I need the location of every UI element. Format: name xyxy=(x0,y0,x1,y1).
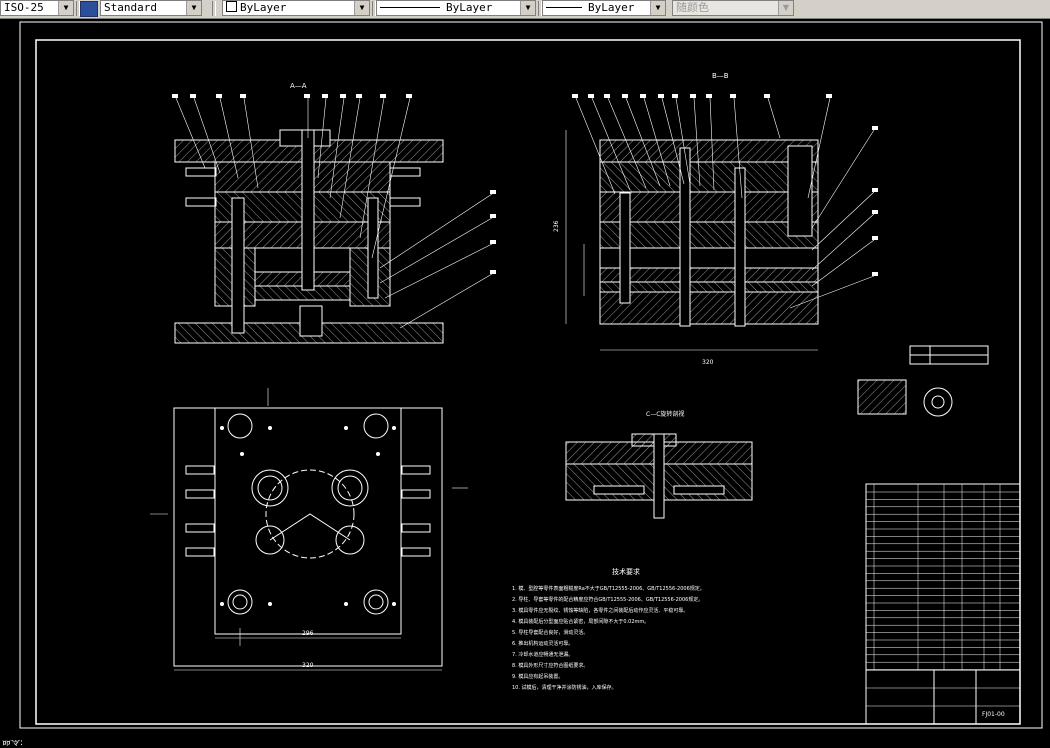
detail-views xyxy=(857,345,989,417)
chevron-down-icon[interactable]: ▼ xyxy=(650,1,665,15)
drawing-canvas[interactable]: A—A B—B 236 320 296 320 C—C旋转剖视 技术要求 1. … xyxy=(0,18,1050,740)
guide-pin-bb xyxy=(734,167,746,327)
plot-style-value: 随颜色 xyxy=(676,1,709,14)
plan-runner xyxy=(269,513,351,541)
cc-runner-right xyxy=(673,485,725,495)
tech-req-line: 2. 导柱、导套等零件的配合精度应符合GB/T12555-2006、GB/T12… xyxy=(512,596,703,603)
color-value: ByLayer xyxy=(240,1,287,14)
plot-style-dropdown: 随颜色 ▼ xyxy=(672,0,794,16)
bottom-clamp-plate-bb xyxy=(599,291,819,325)
plan-cavity-plate xyxy=(214,407,402,635)
lineweight-control-dropdown[interactable]: ByLayer ▼ xyxy=(542,0,666,16)
dimension-width-side: 320 xyxy=(702,359,714,366)
tech-req-line: 7. 冷却水道应畅通无泄漏。 xyxy=(512,651,573,658)
dimension-style-dropdown[interactable]: ISO-25 ▼ xyxy=(0,0,74,16)
sprue-bushing xyxy=(301,129,315,291)
text-style-manager-icon[interactable] xyxy=(80,1,98,17)
dimension-style-value: ISO-25 xyxy=(4,1,44,14)
linetype-control-dropdown[interactable]: ByLayer ▼ xyxy=(376,0,536,16)
cooling-nipples-right xyxy=(389,167,421,207)
tech-req-line: 1. 模、型腔等零件表面粗糙度Ra不大于GB/T12555-2006、GB/T1… xyxy=(512,585,705,592)
section-aa-view: A—A xyxy=(172,82,496,344)
tech-req-line: 5. 导柱导套配合良好，滑动灵活。 xyxy=(512,629,588,636)
bill-of-materials xyxy=(865,483,1021,671)
tech-req-line: 10. 试模后，清理干净并涂防锈油，入库保存。 xyxy=(512,684,617,691)
chevron-down-icon[interactable]: ▼ xyxy=(58,1,73,15)
detail-part-plan xyxy=(923,387,953,417)
tech-req-line: 4. 模具装配后分型面应贴合紧密，局部间隙不大于0.02mm。 xyxy=(512,618,649,625)
support-plate-bb xyxy=(599,221,819,249)
cc-sprue xyxy=(653,433,665,519)
title-block: FJ01-00 xyxy=(865,669,1021,725)
color-control-dropdown[interactable]: ByLayer ▼ xyxy=(222,0,370,16)
lineweight-value: ByLayer xyxy=(588,1,635,14)
plan-cooling-nipples xyxy=(185,465,431,557)
top-clamp-plate-bb xyxy=(599,139,819,163)
lineweight-preview-icon xyxy=(546,7,582,8)
plan-holes xyxy=(227,413,389,615)
section-cc-view: C—C旋转剖视 xyxy=(565,410,753,519)
bom-table-frame xyxy=(865,483,1021,671)
chevron-down-icon[interactable]: ▼ xyxy=(354,1,369,15)
color-swatch-icon xyxy=(226,1,237,12)
ejector-plate-bb xyxy=(599,267,819,283)
return-pin-bb xyxy=(619,192,631,304)
dimension-width-plan: 320 xyxy=(302,662,314,669)
command-line[interactable]: 命令: xyxy=(0,740,1050,748)
detail-part-section xyxy=(857,379,907,415)
ejector-rod-hole xyxy=(299,305,323,337)
dimension-height: 236 xyxy=(553,220,560,232)
fixed-mold-plate-bb xyxy=(599,161,819,193)
section-bb-label: B—B xyxy=(712,72,729,80)
section-aa-label: A—A xyxy=(290,82,307,90)
return-pin xyxy=(367,197,379,299)
tech-req-line: 8. 模具外形尺寸应符合图纸要求。 xyxy=(512,662,588,669)
tech-req-title: 技术要求 xyxy=(612,567,640,576)
tech-req-line: 9. 模具应有起吊装置。 xyxy=(512,673,563,680)
cooling-nipples-left xyxy=(185,167,217,207)
drawing-number: FJ01-00 xyxy=(982,711,1005,718)
dimension-width-top: 296 xyxy=(302,630,314,637)
toolbar-separator xyxy=(212,1,216,16)
properties-toolbar: ISO-25 ▼ Standard ▼ ByLayer ▼ ByLayer ▼ … xyxy=(0,0,1050,19)
technical-requirements: 技术要求 1. 模、型腔等零件表面粗糙度Ra不大于GB/T12555-2006、… xyxy=(512,567,705,691)
linetype-value: ByLayer xyxy=(446,1,493,14)
plan-outline xyxy=(173,407,443,667)
tech-req-line: 6. 推出机构运动灵活可靠。 xyxy=(512,640,573,647)
section-cc-label: C—C旋转剖视 xyxy=(646,410,684,418)
text-style-dropdown[interactable]: Standard ▼ xyxy=(100,0,202,16)
section-bb-view: B—B 236 320 xyxy=(553,72,878,366)
plan-dimension-lines xyxy=(150,388,468,671)
ejector-space-bb xyxy=(599,247,819,269)
tech-req-line: 3. 模具零件应无裂纹、锈蚀等缺陷，各零件之间装配后动作应灵活、平稳可靠。 xyxy=(512,607,688,614)
ejector-retainer-bb xyxy=(599,281,819,293)
plan-screw-holes xyxy=(220,426,396,606)
cooling-connector-bb xyxy=(787,145,813,237)
plan-view: 296 320 xyxy=(150,388,468,671)
chevron-down-icon[interactable]: ▼ xyxy=(520,1,535,15)
chevron-down-icon: ▼ xyxy=(778,1,793,15)
moving-mold-plate-bb xyxy=(599,191,819,223)
chevron-down-icon[interactable]: ▼ xyxy=(186,1,201,15)
cc-runner-left xyxy=(593,485,645,495)
command-prompt: 命令: xyxy=(2,740,24,748)
linetype-preview-icon xyxy=(380,7,440,8)
text-style-value: Standard xyxy=(104,1,157,14)
guide-pillar xyxy=(231,197,245,334)
